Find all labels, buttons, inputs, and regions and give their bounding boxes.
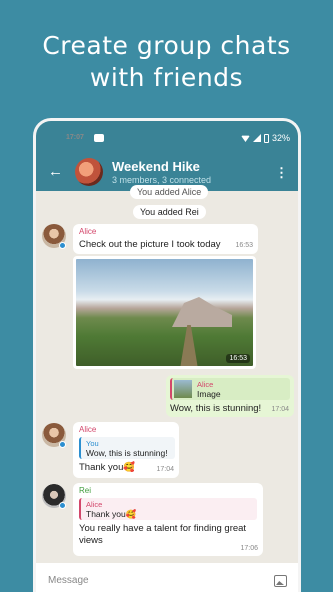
reply-name: Alice: [197, 380, 214, 389]
status-time: 17:07: [66, 134, 84, 141]
message-time: 17:04: [156, 466, 174, 473]
reply-text: Image: [197, 389, 221, 399]
online-indicator: [59, 502, 66, 509]
sender-name: Rei: [79, 486, 92, 495]
online-indicator: [59, 242, 66, 249]
message-bubble[interactable]: Alice You Wow, this is stunning! Thank y…: [73, 422, 179, 478]
mountain-shape: [172, 297, 232, 327]
sender-name: Alice: [79, 425, 97, 434]
message-bubble[interactable]: Rei Alice Thank you🥰 You really have a t…: [73, 483, 263, 556]
signal-icon: [252, 134, 261, 142]
arrow-back-icon[interactable]: ←: [48, 163, 63, 180]
battery-percent: 32%: [271, 133, 290, 143]
message-text: Wow, this is stunning!: [170, 403, 262, 414]
group-avatar[interactable]: [75, 158, 103, 186]
online-indicator: [59, 441, 66, 448]
reply-preview[interactable]: Alice Image: [170, 378, 290, 400]
message-notification-icon: [94, 134, 104, 142]
message-time: 16:53: [235, 242, 253, 249]
message-text: You really have a talent for finding gre…: [79, 523, 247, 546]
phone-frame: 17:07 32% ← Weekend Hike 3 members, 3 co…: [33, 118, 301, 592]
message-composer: Message: [36, 563, 298, 592]
reply-text: Wow, this is stunning!: [86, 448, 168, 458]
reply-name: Alice: [86, 500, 103, 509]
more-vert-icon[interactable]: ⋮: [275, 165, 288, 181]
message-input[interactable]: Message: [48, 575, 89, 586]
image-icon[interactable]: [274, 575, 287, 587]
photo-message[interactable]: 16:53: [73, 256, 256, 369]
reply-name: You: [86, 439, 99, 448]
chat-title[interactable]: Weekend Hike: [112, 159, 200, 174]
status-bar: 17:07 32%: [36, 121, 298, 155]
reply-text: Thank you🥰: [86, 509, 137, 519]
promo-line-2: with friends: [89, 63, 244, 92]
reply-preview[interactable]: Alice Thank you🥰: [79, 498, 257, 520]
wifi-icon: [240, 135, 250, 142]
reply-preview[interactable]: You Wow, this is stunning!: [79, 437, 175, 459]
image-time: 16:53: [226, 354, 250, 363]
promo-headline: Create group chats with friends: [0, 30, 333, 94]
message-bubble[interactable]: Alice Check out the picture I took today…: [73, 224, 258, 254]
trail-shape: [180, 325, 198, 366]
message-bubble-outgoing[interactable]: Alice Image Wow, this is stunning! 17:04: [166, 375, 294, 417]
promo-line-1: Create group chats: [42, 31, 291, 60]
message-text: Check out the picture I took today: [79, 239, 221, 250]
message-list[interactable]: You added Alice You added Rei Alice Chec…: [36, 185, 298, 563]
sender-name: Alice: [79, 227, 97, 236]
system-message: You added Rei: [133, 205, 206, 219]
message-time: 17:04: [271, 406, 289, 413]
message-time: 17:06: [240, 545, 258, 552]
message-text: Thank you🥰: [79, 462, 136, 473]
chat-subtitle: 3 members, 3 connected: [112, 175, 212, 185]
battery-icon: [263, 133, 269, 143]
system-message: You added Alice: [130, 185, 209, 199]
reply-thumbnail: [174, 380, 192, 398]
